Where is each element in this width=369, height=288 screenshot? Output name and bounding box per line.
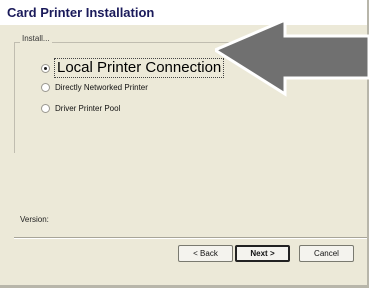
next-button[interactable]: Next > [235, 245, 290, 262]
cancel-button[interactable]: Cancel [299, 245, 354, 262]
radio-local-printer-label: Local Printer Connection [54, 58, 225, 78]
radio-networked-printer-label: Directly Networked Printer [55, 83, 148, 92]
radio-local-printer[interactable]: Local Printer Connection [41, 58, 225, 78]
radio-networked-printer-indicator[interactable] [41, 83, 50, 92]
radio-local-printer-indicator[interactable] [41, 63, 50, 73]
window-title: Card Printer Installation [7, 5, 155, 20]
radio-driver-pool-label: Driver Printer Pool [55, 104, 121, 113]
radio-driver-pool-indicator[interactable] [41, 104, 50, 113]
back-button[interactable]: < Back [178, 245, 233, 262]
version-label: Version: [20, 215, 49, 224]
install-group-legend: Install... [20, 34, 52, 43]
callout-arrow-icon [215, 22, 369, 97]
button-separator [14, 237, 367, 239]
radio-networked-printer[interactable]: Directly Networked Printer [41, 83, 148, 92]
radio-driver-pool[interactable]: Driver Printer Pool [41, 104, 120, 113]
